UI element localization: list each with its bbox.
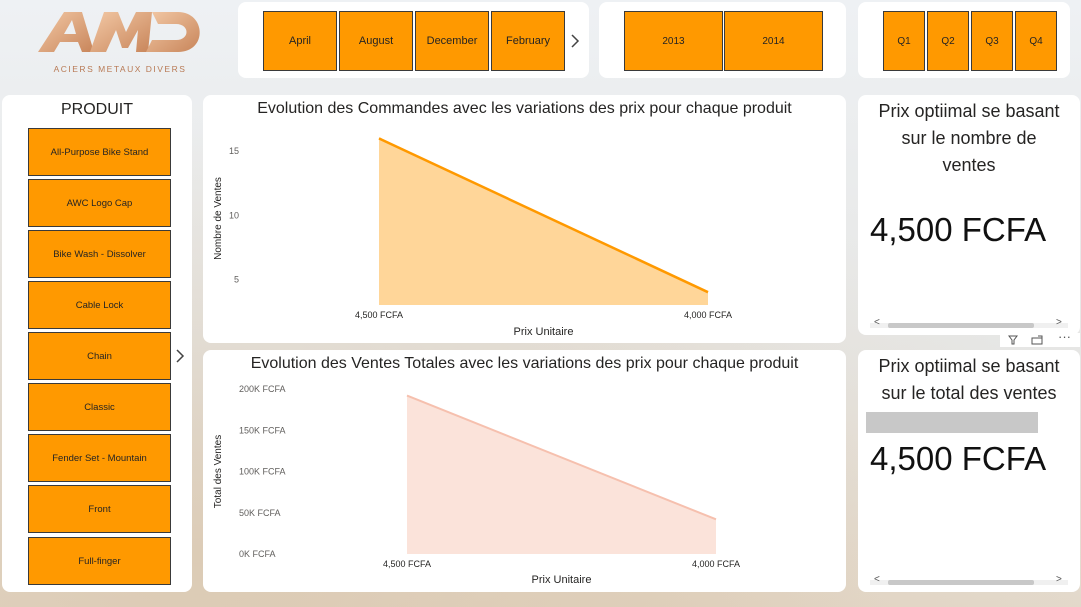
year-button-2014[interactable]: 2014	[724, 11, 823, 71]
ventes-area-chart: 200K FCFA 150K FCFA 100K FCFA 50K FCFA 0K FC…	[213, 384, 740, 586]
y-tick-label: 50K FCFA	[239, 508, 281, 518]
month-button-february[interactable]: February	[491, 11, 565, 71]
produit-slicer: PRODUIT All-Purpose Bike Stand AWC Logo …	[2, 95, 192, 592]
produit-item[interactable]: AWC Logo Cap	[28, 179, 171, 227]
highlight-bar	[866, 412, 1038, 433]
produit-item[interactable]: Full-finger	[28, 537, 171, 585]
month-slicer: April August December February	[238, 2, 589, 78]
visual-header: ···	[1000, 329, 1080, 347]
quarter-button-q4[interactable]: Q4	[1015, 11, 1057, 71]
quarter-button-q2[interactable]: Q2	[927, 11, 969, 71]
produit-item[interactable]: Fender Set - Mountain	[28, 434, 171, 482]
scroll-left-icon[interactable]: <	[874, 574, 880, 585]
y-tick-label: 150K FCFA	[239, 425, 286, 435]
kpi-title-line: sur le total des ventes	[881, 383, 1057, 403]
y-axis-label: Total des Ventes	[213, 435, 224, 508]
month-button-april[interactable]: April	[263, 11, 337, 71]
area-fill	[407, 395, 716, 554]
area-fill	[379, 138, 708, 305]
produit-item[interactable]: Bike Wash - Dissolver	[28, 230, 171, 278]
kpi-title-line: ventes	[942, 155, 996, 175]
kpi-value: 4,500 FCFA	[870, 211, 1047, 248]
scroll-right-icon[interactable]: >	[1056, 574, 1062, 585]
focus-mode-icon[interactable]	[1031, 335, 1043, 345]
produit-item[interactable]: All-Purpose Bike Stand	[28, 128, 171, 176]
more-options-icon[interactable]: ···	[1058, 329, 1071, 344]
ventes-chart-card: Evolution des Ventes Totales avec les va…	[203, 350, 846, 592]
scroll-left-icon[interactable]: <	[874, 317, 880, 328]
produit-item[interactable]: Front	[28, 485, 171, 533]
x-axis-label: Prix Unitaire	[514, 326, 574, 338]
amd-logo-graphic: ACIERS METAUX DIVERS	[38, 12, 200, 74]
x-tick-label: 4,500 FCFA	[355, 310, 403, 320]
produit-item[interactable]: Chain	[28, 332, 171, 380]
x-tick-label: 4,000 FCFA	[692, 559, 740, 569]
chevron-right-icon[interactable]	[569, 32, 581, 50]
y-tick-label: 100K FCFA	[239, 467, 286, 477]
produit-item[interactable]: Classic	[28, 383, 171, 431]
quarter-button-q1[interactable]: Q1	[883, 11, 925, 71]
kpi-card-total-ventes: Prix optiimal se basant sur le total des…	[858, 350, 1080, 592]
produit-title: PRODUIT	[61, 101, 133, 118]
y-tick-label: 15	[229, 146, 239, 156]
horizontal-scrollbar[interactable]: < >	[858, 574, 1080, 587]
scroll-right-icon[interactable]: >	[1056, 317, 1062, 328]
kpi-title: Prix optiimal se basant sur le total des…	[858, 353, 1080, 407]
filter-icon[interactable]	[1008, 335, 1018, 345]
year-slicer: 2013 2014	[599, 2, 846, 78]
chevron-right-icon[interactable]	[174, 347, 186, 365]
logo-subtitle: ACIERS METAUX DIVERS	[54, 64, 187, 74]
y-tick-label: 5	[234, 274, 239, 284]
y-tick-label: 0K FCFA	[239, 549, 276, 559]
kpi-value: 4,500 FCFA	[870, 440, 1047, 477]
scrollbar-thumb[interactable]	[888, 323, 1034, 328]
quarter-button-q3[interactable]: Q3	[971, 11, 1013, 71]
company-logo: ACIERS METAUX DIVERS	[30, 4, 210, 76]
year-button-2013[interactable]: 2013	[624, 11, 723, 71]
commandes-area-chart: 15 10 5 4,500 FCFA 4,000 FCFA Prix Unitaire No…	[213, 137, 732, 338]
x-tick-label: 4,000 FCFA	[684, 310, 732, 320]
kpi-card-nombre-ventes: Prix optiimal se basant sur le nombre de…	[858, 95, 1080, 335]
produit-item[interactable]: Cable Lock	[28, 281, 171, 329]
y-axis-label: Nombre de Ventes	[213, 177, 224, 260]
horizontal-scrollbar[interactable]: < >	[858, 317, 1080, 330]
x-axis-label: Prix Unitaire	[532, 574, 592, 586]
month-button-august[interactable]: August	[339, 11, 413, 71]
y-tick-label: 10	[229, 210, 239, 220]
x-tick-label: 4,500 FCFA	[383, 559, 431, 569]
kpi-title-line: Prix optiimal se basant	[878, 101, 1060, 121]
y-tick-label: 200K FCFA	[239, 384, 286, 394]
kpi-title-line: Prix optiimal se basant	[878, 356, 1060, 376]
kpi-title: Prix optiimal se basant sur le nombre de…	[858, 98, 1080, 179]
kpi-title-line: sur le nombre de	[901, 128, 1037, 148]
quarter-slicer: Q1 Q2 Q3 Q4	[858, 2, 1070, 78]
commandes-chart-card: Evolution des Commandes avec les variati…	[203, 95, 846, 343]
month-button-december[interactable]: December	[415, 11, 489, 71]
scrollbar-thumb[interactable]	[888, 580, 1034, 585]
